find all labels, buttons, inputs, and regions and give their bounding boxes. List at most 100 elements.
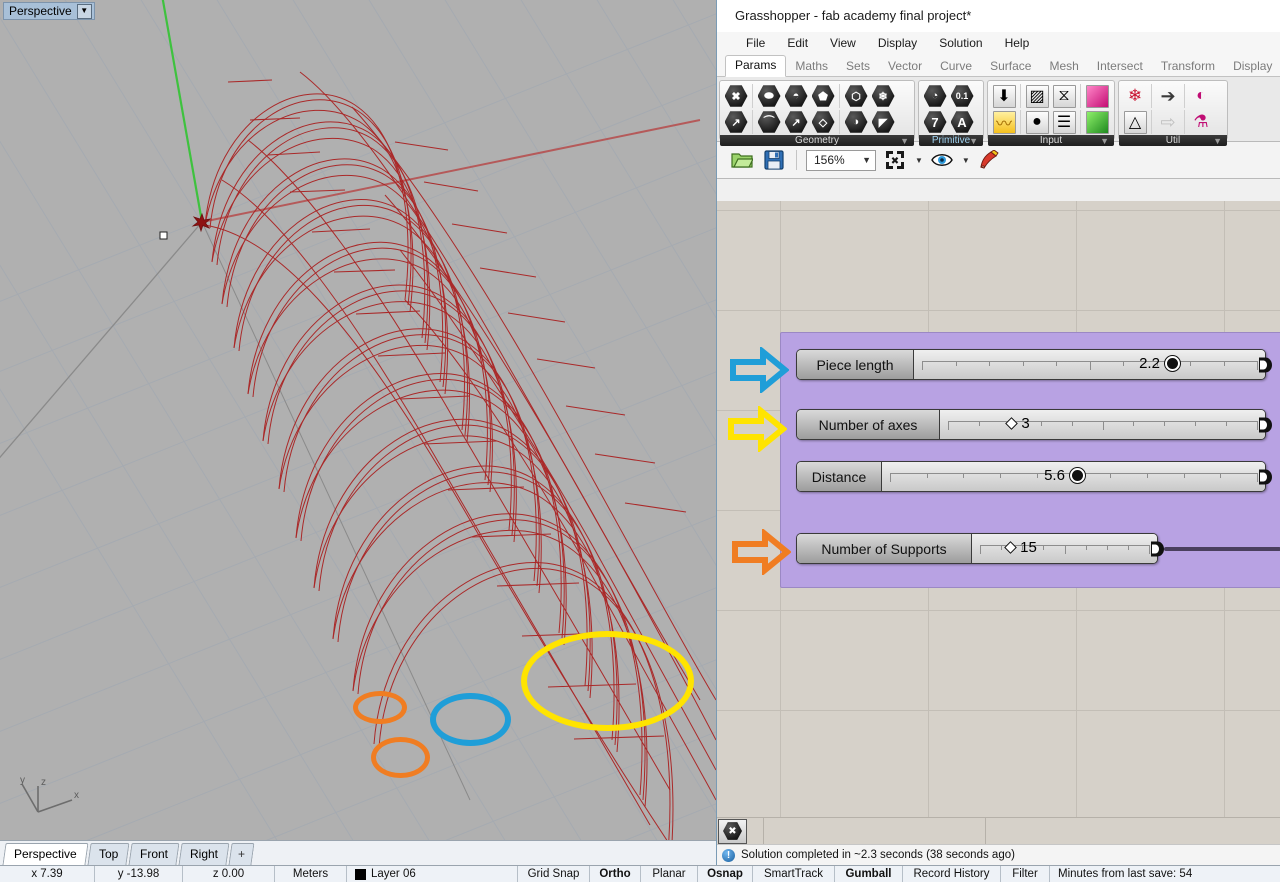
status-toggle-ortho[interactable]: Ortho [590,865,641,882]
slider-grip-handle[interactable] [1005,417,1019,430]
param-surface-icon[interactable]: ⬟ [810,83,836,109]
distance-slider[interactable]: Distance 5.6 [796,461,1272,492]
relay-arrow-outline-icon[interactable]: ⇨ [1155,109,1181,135]
cherry-cluster-icon[interactable]: ❄ [1122,83,1148,109]
status-layer[interactable]: Layer 06 [347,865,518,882]
button-icon[interactable]: ● [1024,109,1050,135]
ribbon-panel-util[interactable]: ❄ ➔ ◐ △ ⇨ ⚗ Util ▼ [1118,80,1228,146]
flask-icon[interactable]: ⚗ [1188,109,1214,135]
ribbon-footer-util[interactable]: Util ▼ [1119,135,1227,146]
status-toggle-filter[interactable]: Filter [1001,865,1050,882]
param-mesh-icon[interactable]: ❄ [870,83,896,109]
viewport-tab-top[interactable]: Top [87,843,130,865]
status-units[interactable]: Meters [275,865,347,882]
param-line-icon[interactable]: ↗ [783,109,809,135]
cluster-icon[interactable]: ◐ [1188,83,1214,109]
menu-item-view[interactable]: View [819,32,867,54]
tab-sets[interactable]: Sets [837,57,879,77]
chevron-down-icon[interactable]: ▼ [862,155,871,165]
param-transform-icon[interactable]: ◇ [810,109,836,135]
slider-grip-handle[interactable] [1164,356,1180,371]
slider-grip-handle[interactable] [1004,541,1018,554]
grasshopper-menubar[interactable]: File Edit View Display Solution Help [717,32,1280,54]
tab-maths[interactable]: Maths [786,57,837,77]
distance-slider-label[interactable]: Distance [797,462,882,491]
chevron-down-icon[interactable]: ▼ [1100,136,1109,146]
ribbon-footer-geometry[interactable]: Geometry ▼ [720,135,914,146]
chevron-down-icon[interactable]: ▼ [969,136,978,146]
rhino-status-bar[interactable]: x 7.39 y -13.98 z 0.00 Meters Layer 06 G… [0,865,1280,882]
tab-mesh[interactable]: Mesh [1040,57,1087,77]
status-toggle-grid-snap[interactable]: Grid Snap [518,865,590,882]
boolean-toggle-icon[interactable]: ▨ [1024,83,1050,109]
grasshopper-bottom-bar[interactable]: ✖ [717,817,1280,845]
grasshopper-component-tabs[interactable]: Params Maths Sets Vector Curve Surface M… [717,54,1280,77]
data-tree-icon[interactable]: △ [1122,109,1148,135]
ribbon-panel-input[interactable]: ⬇ ▨ ⧖ 〰 ● ☰ Input ▼ [987,80,1115,146]
ribbon-panel-primitive[interactable]: ◔ 0.1 7 A Primitive ▼ [918,80,984,146]
grasshopper-canvas[interactable]: Piece length 2.2 Number of axes 3 Distan… [717,201,1280,817]
chevron-down-icon[interactable]: ▼ [1213,136,1222,146]
status-toggle-gumball[interactable]: Gumball [835,865,903,882]
menu-item-solution[interactable]: Solution [928,32,993,54]
eye-icon[interactable] [929,147,955,173]
param-box-icon[interactable]: ⬡ [843,83,869,109]
tab-surface[interactable]: Surface [981,57,1040,77]
grasshopper-file-toolbar[interactable]: 156% ▼ ✖ ▼ ▼ [717,142,1280,179]
cancel-solution-icon[interactable]: ✖ [718,818,747,844]
zoom-level-select[interactable]: 156% ▼ [806,149,876,171]
bake-icon[interactable] [976,147,1002,173]
menu-item-display[interactable]: Display [867,32,928,54]
chevron-down-icon[interactable]: ▼ [915,156,923,165]
number-of-axes-slider-label[interactable]: Number of axes [797,410,940,439]
slider-output-port[interactable] [1259,357,1272,372]
param-boolean-icon[interactable]: ◔ [922,83,948,109]
chevron-down-icon[interactable]: ▼ [962,156,970,165]
status-toggle-osnap[interactable]: Osnap [698,865,753,882]
param-geometry-x-icon[interactable]: ✖ [723,83,749,109]
open-folder-icon[interactable] [729,147,755,173]
number-of-axes-slider[interactable]: Number of axes 3 [796,409,1272,440]
slider-output-port[interactable] [1259,417,1272,432]
relay-arrow-icon[interactable]: ➔ [1155,83,1181,109]
viewport-tab-front[interactable]: Front [128,843,180,865]
gradient-icon[interactable]: ⧖ [1051,83,1077,109]
param-arc-icon[interactable]: ⏜ [756,109,782,135]
value-list-icon[interactable]: ☰ [1051,109,1077,135]
number-of-axes-slider-track[interactable]: 3 [940,410,1265,439]
slider-output-port[interactable] [1151,541,1164,556]
param-vector-arrow-icon[interactable]: ↗ [723,109,749,135]
viewport-tab-right[interactable]: Right [178,843,230,865]
number-of-supports-slider-track[interactable]: 15 [972,534,1157,563]
ribbon-footer-primitive[interactable]: Primitive ▼ [919,135,983,146]
piece-length-slider-label[interactable]: Piece length [797,350,914,379]
tab-params[interactable]: Params [725,55,787,77]
param-integer-icon[interactable]: 7 [922,109,948,135]
import-data-icon[interactable]: ⬇ [991,83,1017,109]
param-mesh-face-icon[interactable]: ◤ [870,109,896,135]
tab-vector[interactable]: Vector [879,57,931,77]
tab-display[interactable]: Display [1224,57,1280,77]
number-of-supports-slider-label[interactable]: Number of Supports [797,534,972,563]
tab-intersect[interactable]: Intersect [1088,57,1152,77]
chevron-down-icon[interactable]: ▼ [76,3,92,19]
menu-item-file[interactable]: File [735,32,776,54]
layer-color-swatch[interactable] [355,868,366,880]
ribbon-footer-input[interactable]: Input ▼ [988,135,1114,146]
viewport-tabs[interactable]: Perspective Top Front Right + [0,840,716,865]
param-circle-icon[interactable]: ⬬ [756,83,782,109]
piece-length-slider-track[interactable]: 2.2 [914,350,1265,379]
zoom-extents-icon[interactable]: ✖ [882,147,908,173]
ribbon-panel-geometry[interactable]: ✖ ⬬ ◓ ⬟ ⬡ ❄ ↗ ⏜ ↗ ◇ ◑ ◤ Geometry ▼ [719,80,915,146]
slider-output-port[interactable] [1259,469,1272,484]
slider-grip-handle[interactable] [1069,468,1085,483]
rhino-viewport[interactable]: y z x Perspective ▼ [0,0,716,840]
grasshopper-window[interactable]: Grasshopper - fab academy final project*… [716,0,1280,865]
tab-curve[interactable]: Curve [931,57,981,77]
distance-slider-track[interactable]: 5.6 [882,462,1265,491]
status-toggle-planar[interactable]: Planar [641,865,698,882]
chevron-down-icon[interactable]: ▼ [900,136,909,146]
component-ribbon[interactable]: ✖ ⬬ ◓ ⬟ ⬡ ❄ ↗ ⏜ ↗ ◇ ◑ ◤ Geometry ▼ ◔ 0.1… [717,77,1280,146]
status-toggle-smarttrack[interactable]: SmartTrack [753,865,835,882]
menu-item-help[interactable]: Help [994,32,1041,54]
